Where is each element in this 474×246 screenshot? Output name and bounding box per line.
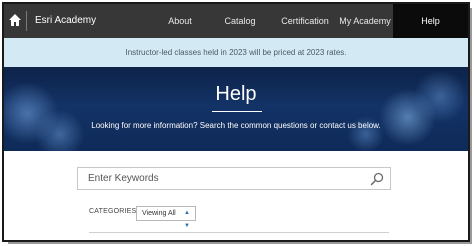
screenshot-frame: Esri Academy About Catalog Certification… <box>2 2 470 242</box>
hero-banner: Help Looking for more information? Searc… <box>4 67 468 151</box>
search-input[interactable] <box>88 168 358 189</box>
divider <box>89 232 389 233</box>
categories-label: CATEGORIES <box>89 208 137 215</box>
help-content: CATEGORIES Viewing All ▲▼ <box>4 151 468 240</box>
nav-item-about[interactable]: About <box>162 4 198 38</box>
search-box <box>77 167 391 190</box>
chevron-up-down-icon: ▲ ▼ <box>184 210 190 229</box>
category-select[interactable]: Viewing All ▲ ▼ <box>136 206 196 229</box>
nav-item-certification[interactable]: Certification <box>276 4 334 38</box>
page-title: Help <box>215 83 257 105</box>
top-navigation: Esri Academy About Catalog Certification… <box>4 4 468 38</box>
category-select-value: Viewing All <box>142 210 176 217</box>
brand-name[interactable]: Esri Academy <box>35 4 96 38</box>
home-icon[interactable] <box>8 13 22 27</box>
pricing-notice-banner: Instructor-led classes held in 2023 will… <box>4 38 468 67</box>
nav-item-catalog[interactable]: Catalog <box>222 4 258 38</box>
nav-item-my-academy[interactable]: My Academy <box>339 4 391 38</box>
search-icon[interactable] <box>370 172 384 186</box>
nav-item-help[interactable]: Help <box>393 4 468 38</box>
nav-divider <box>26 11 27 31</box>
hero-subtitle: Looking for more information? Search the… <box>91 121 381 130</box>
title-underline <box>212 111 262 112</box>
